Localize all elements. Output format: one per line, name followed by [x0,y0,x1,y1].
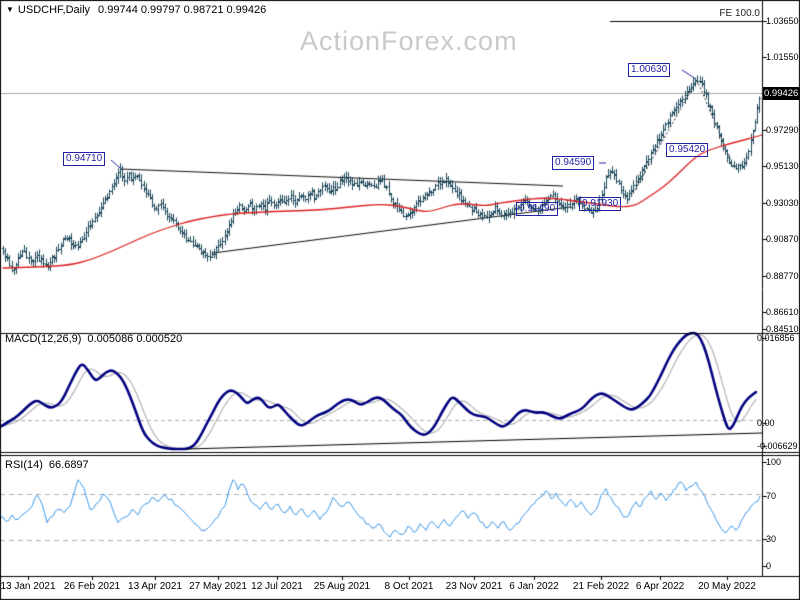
date-label: 13 Apr 2021 [128,581,182,592]
rsi-axis-label: 70 [766,491,777,501]
date-label: 26 Feb 2021 [63,581,121,592]
price-axis-label: 0.88770 [766,271,799,281]
date-label: 27 May 2021 [189,581,247,592]
macd-indicator-values: 0.005086 0.000520 [87,333,183,345]
date-label: 20 May 2022 [698,581,756,592]
macd-panel-label: MACD(12,26,9) 0.005086 0.000520 [5,333,182,345]
price-annotation: 0.95420 [666,143,709,157]
date-label: 6 Jan 2022 [509,581,559,592]
rsi-axis-label: 0 [766,561,772,571]
date-label: 8 Oct 2021 [384,581,434,592]
ohlc-values: 0.99744 0.99797 0.98721 0.99426 [98,4,267,16]
chevron-down-icon[interactable]: ▼ [6,5,14,14]
rsi-indicator-value: 66.6897 [48,459,89,471]
date-label: 6 Apr 2022 [635,581,685,592]
macd-axis-label: 0.00 [757,418,775,428]
macd-axis-label: 0.016856 [757,333,795,343]
price-axis-label: 0.95130 [766,161,799,171]
current-price-tag: 0.99426 [763,87,800,100]
macd-axis-label: -0.006629 [757,441,798,451]
macd-indicator-name: MACD(12,26,9) [5,333,82,345]
price-axis-label: 0.97290 [766,125,799,135]
price-annotation: 0.94590 [552,156,595,170]
rsi-indicator-name: RSI(14) [5,459,43,471]
date-label: 21 Feb 2022 [572,581,630,592]
date-label: 12 Jul 2021 [251,581,303,592]
rsi-panel-label: RSI(14) 66.6897 [5,459,89,471]
chart-window: ActionForex.com ▼USDCHF,Daily0.99744 0.9… [0,0,800,600]
price-annotation: 0.94710 [63,152,106,166]
price-axis-label: 0.93030 [766,198,799,208]
date-label: 23 Nov 2021 [445,581,503,592]
fe-level-label: FE 100.0 [719,8,760,19]
date-label: 25 Aug 2021 [313,581,371,592]
price-axis-label: 1.03650 [766,16,799,26]
symbol-timeframe-label: USDCHF,Daily [17,4,91,16]
price-axis-label: 0.86610 [766,307,799,317]
chart-title: ▼ USDCHF,Daily 0.99744 0.99797 0.98721 0.9… [6,4,266,16]
date-label: 13 Jan 2021 [0,581,56,592]
price-annotation: 0.91490 [516,202,559,216]
chart-canvas [0,0,800,600]
rsi-axis-label: 100 [766,457,782,467]
price-annotation: 0.91930 [579,197,622,211]
price-annotation: 1.00630 [628,63,671,77]
price-axis-label: 0.90870 [766,234,799,244]
price-axis-label: 1.01550 [766,52,799,62]
rsi-axis-label: 30 [766,534,777,544]
